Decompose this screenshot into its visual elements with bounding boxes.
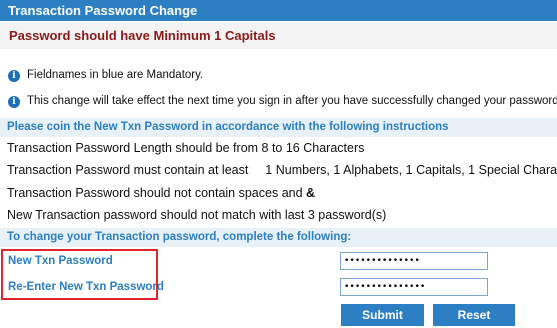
mandatory-note: i Fieldnames in blue are Mandatory. xyxy=(8,69,203,82)
rule-history: New Transaction password should not matc… xyxy=(7,208,387,222)
new-password-input[interactable] xyxy=(340,252,488,270)
rule-length: Transaction Password Length should be fr… xyxy=(7,141,365,155)
transaction-password-page: Transaction Password Change Password sho… xyxy=(0,0,557,328)
rule-spaces: Transaction Password should not contain … xyxy=(7,186,315,200)
info-icon: i xyxy=(8,70,20,82)
rule-spaces-suffix: & xyxy=(306,186,316,200)
info-icon: i xyxy=(8,96,20,108)
rule-contain-prefix: Transaction Password must contain at lea… xyxy=(7,163,249,177)
reset-button[interactable]: Reset xyxy=(433,304,515,326)
error-message: Password should have Minimum 1 Capitals xyxy=(0,23,557,49)
reenter-password-input[interactable] xyxy=(340,278,488,296)
rule-spaces-text: Transaction Password should not contain … xyxy=(7,186,303,200)
submit-button[interactable]: Submit xyxy=(341,304,424,326)
instructions-heading: Please coin the New Txn Password in acco… xyxy=(0,118,557,137)
highlight-annotation xyxy=(1,249,158,300)
rule-contain: Transaction Password must contain at lea… xyxy=(7,163,557,177)
effect-note-text: This change will take effect the next ti… xyxy=(27,95,557,107)
form-heading: To change your Transaction password, com… xyxy=(0,228,557,247)
effect-note: i This change will take effect the next t… xyxy=(8,95,557,108)
mandatory-note-text: Fieldnames in blue are Mandatory. xyxy=(27,69,204,81)
rule-contain-detail: 1 Numbers, 1 Alphabets, 1 Capitals, 1 Sp… xyxy=(265,163,557,177)
page-title: Transaction Password Change xyxy=(0,0,557,21)
